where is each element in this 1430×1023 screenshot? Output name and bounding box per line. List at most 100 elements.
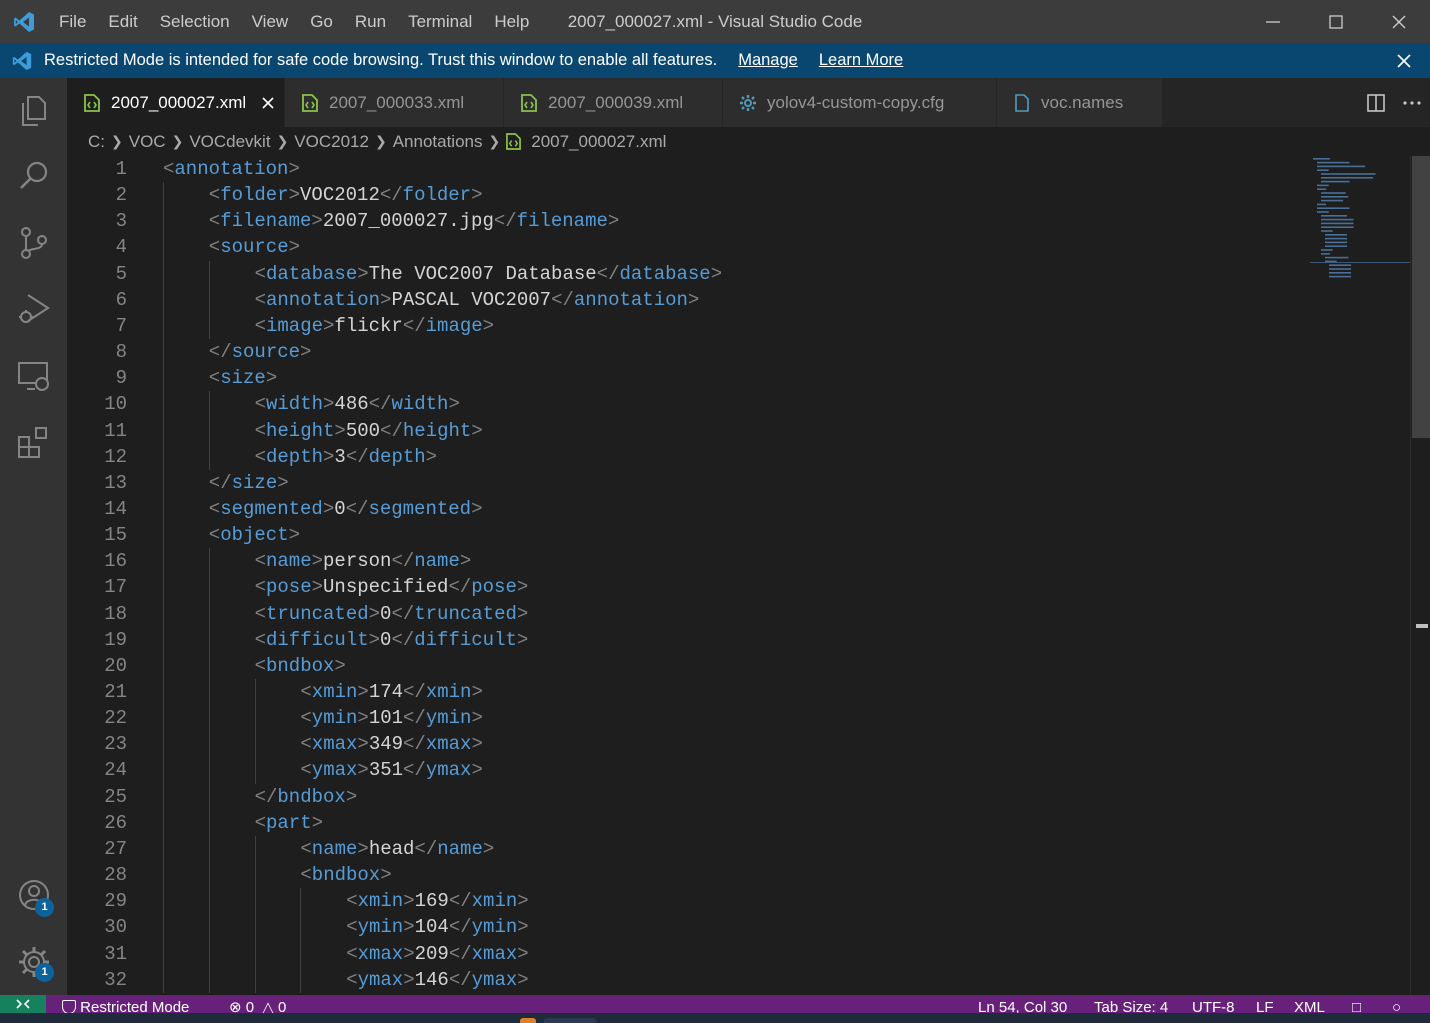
scrollbar-thumb[interactable] — [1412, 156, 1430, 438]
code-line[interactable]: 29 <xmin>169</xmin> — [67, 888, 1307, 914]
manage-gear-icon[interactable] — [0, 934, 67, 990]
code-line[interactable]: 6 <annotation>PASCAL VOC2007</annotation> — [67, 287, 1307, 313]
encoding[interactable]: UTF-8 — [1192, 998, 1235, 1013]
notifications-bell-icon[interactable]: ○ — [1392, 998, 1401, 1013]
code-line[interactable]: 23 <xmax>349</xmax> — [67, 731, 1307, 757]
code-line[interactable]: 4 <source> — [67, 234, 1307, 260]
menu-help[interactable]: Help — [483, 0, 540, 43]
minimize-button[interactable] — [1241, 0, 1304, 43]
tab-2007-000027-xml[interactable]: 2007_000027.xml — [67, 78, 285, 127]
menu-go[interactable]: Go — [299, 0, 344, 43]
minimap-line — [1321, 199, 1344, 202]
menu-view[interactable]: View — [241, 0, 300, 43]
close-icon — [1392, 15, 1405, 28]
remote-indicator[interactable] — [0, 995, 46, 1013]
learn-more-link[interactable]: Learn More — [819, 51, 903, 70]
feedback-icon[interactable]: □ — [1352, 998, 1361, 1013]
tab-2007-000039-xml[interactable]: 2007_000039.xml — [504, 78, 723, 127]
code-content: <ymax>146</ymax> — [346, 967, 528, 993]
code-line[interactable]: 28 <bndbox> — [67, 862, 1307, 888]
cursor-position[interactable]: Ln 54, Col 30 — [978, 998, 1067, 1013]
tag-bracket: < — [208, 524, 221, 547]
extensions-icon[interactable] — [0, 414, 67, 470]
code-line[interactable]: 3 <filename>2007_000027.jpg</filename> — [67, 208, 1307, 234]
menu-edit[interactable]: Edit — [97, 0, 148, 43]
tag-bracket: > — [345, 785, 358, 808]
tab-yolov4-custom-copy-cfg[interactable]: yolov4-custom-copy.cfg — [723, 78, 997, 127]
code-line[interactable]: 19 <difficult>0</difficult> — [67, 627, 1307, 653]
breadcrumb-item[interactable]: Annotations — [393, 132, 483, 152]
menu-run[interactable]: Run — [344, 0, 397, 43]
code-line[interactable]: 25 </bndbox> — [67, 784, 1307, 810]
minimap-line — [1325, 245, 1348, 247]
problems-status[interactable]: ⊗ 0 △ 0 — [229, 998, 286, 1013]
code-line[interactable]: 2 <folder>VOC2012</folder> — [67, 182, 1307, 208]
search-icon[interactable] — [0, 148, 67, 204]
manage-link[interactable]: Manage — [738, 51, 798, 70]
remote-explorer-icon[interactable] — [0, 348, 67, 404]
minimap[interactable] — [1310, 156, 1410, 286]
code-line[interactable]: 30 <ymin>104</ymin> — [67, 914, 1307, 940]
line-number: 25 — [104, 785, 127, 808]
code-line[interactable]: 13 </size> — [67, 470, 1307, 496]
code-line[interactable]: 31 <xmax>209</xmax> — [67, 941, 1307, 967]
status-bar: Restricted Mode ⊗ 0 △ 0 Ln 54, Col 30 Ta… — [0, 995, 1430, 1013]
end-of-line[interactable]: LF — [1256, 998, 1274, 1013]
code-line[interactable]: 10 <width>486</width> — [67, 391, 1307, 417]
tag-name: bndbox — [277, 785, 346, 808]
tag-value: flickr — [334, 314, 403, 337]
code-line[interactable]: 27 <name>head</name> — [67, 836, 1307, 862]
maximize-button[interactable] — [1304, 0, 1367, 43]
tag-bracket: </ — [380, 419, 403, 442]
code-line[interactable]: 11 <height>500</height> — [67, 418, 1307, 444]
chevron-right-icon: ❯ — [171, 133, 184, 149]
tab-2007-000033-xml[interactable]: 2007_000033.xml — [285, 78, 504, 127]
code-line[interactable]: 15 <object> — [67, 522, 1307, 548]
breadcrumb-item[interactable]: VOC2012 — [294, 132, 369, 152]
tag-bracket: > — [482, 837, 495, 860]
code-line[interactable]: 17 <pose>Unspecified</pose> — [67, 574, 1307, 600]
code-line[interactable]: 24 <ymax>351</ymax> — [67, 757, 1307, 783]
breadcrumb-item[interactable]: VOC — [129, 132, 166, 152]
breadcrumb-item[interactable]: C: — [88, 132, 105, 152]
vertical-scrollbar[interactable] — [1410, 156, 1430, 995]
code-line[interactable]: 9 <size> — [67, 365, 1307, 391]
breadcrumb-item[interactable]: 2007_000027.xml — [531, 132, 666, 152]
menu-file[interactable]: File — [48, 0, 97, 43]
menu-selection[interactable]: Selection — [149, 0, 241, 43]
menu-terminal[interactable]: Terminal — [397, 0, 483, 43]
source-control-icon[interactable] — [0, 215, 67, 271]
split-editor-button[interactable] — [1358, 78, 1394, 127]
tag-bracket: > — [516, 576, 529, 599]
code-line[interactable]: 32 <ymax>146</ymax> — [67, 967, 1307, 993]
tag-name: width — [266, 393, 324, 416]
explorer-icon[interactable] — [0, 83, 67, 139]
code-line[interactable]: 22 <ymin>101</ymin> — [67, 705, 1307, 731]
tab-voc-names[interactable]: voc.names — [997, 78, 1163, 127]
code-editor[interactable]: 1 <annotation> 2 <folder>VOC2012</folder> 3 <… — [67, 156, 1410, 995]
tab-size[interactable]: Tab Size: 4 — [1094, 998, 1168, 1013]
language-mode[interactable]: XML — [1294, 998, 1325, 1013]
code-line[interactable]: 16 <name>person</name> — [67, 548, 1307, 574]
code-line[interactable]: 1 <annotation> — [67, 156, 1307, 182]
code-line[interactable]: 21 <xmin>174</xmin> — [67, 679, 1307, 705]
accounts-icon[interactable] — [0, 867, 67, 923]
code-line[interactable]: 18 <truncated>0</truncated> — [67, 601, 1307, 627]
code-line[interactable]: 14 <segmented>0</segmented> — [67, 496, 1307, 522]
banner-close-button[interactable] — [1392, 49, 1416, 73]
code-line[interactable]: 7 <image>flickr</image> — [67, 313, 1307, 339]
tag-name: segmented — [220, 497, 323, 520]
chevron-right-icon: ❯ — [374, 133, 387, 149]
code-line[interactable]: 20 <bndbox> — [67, 653, 1307, 679]
close-window-button[interactable] — [1367, 0, 1430, 43]
code-line[interactable]: 12 <depth>3</depth> — [67, 444, 1307, 470]
code-line[interactable]: 26 <part> — [67, 810, 1307, 836]
code-line[interactable]: 5 <database>The VOC2007 Database</databas… — [67, 261, 1307, 287]
breadcrumb-item[interactable]: VOCdevkit — [189, 132, 270, 152]
restricted-mode-status[interactable]: Restricted Mode — [62, 998, 189, 1013]
code-line[interactable]: 8 </source> — [67, 339, 1307, 365]
run-debug-icon[interactable] — [0, 281, 67, 337]
more-actions-button[interactable] — [1394, 78, 1430, 127]
code-content: <height>500</height> — [255, 418, 483, 444]
tab-close-icon[interactable] — [258, 93, 278, 113]
